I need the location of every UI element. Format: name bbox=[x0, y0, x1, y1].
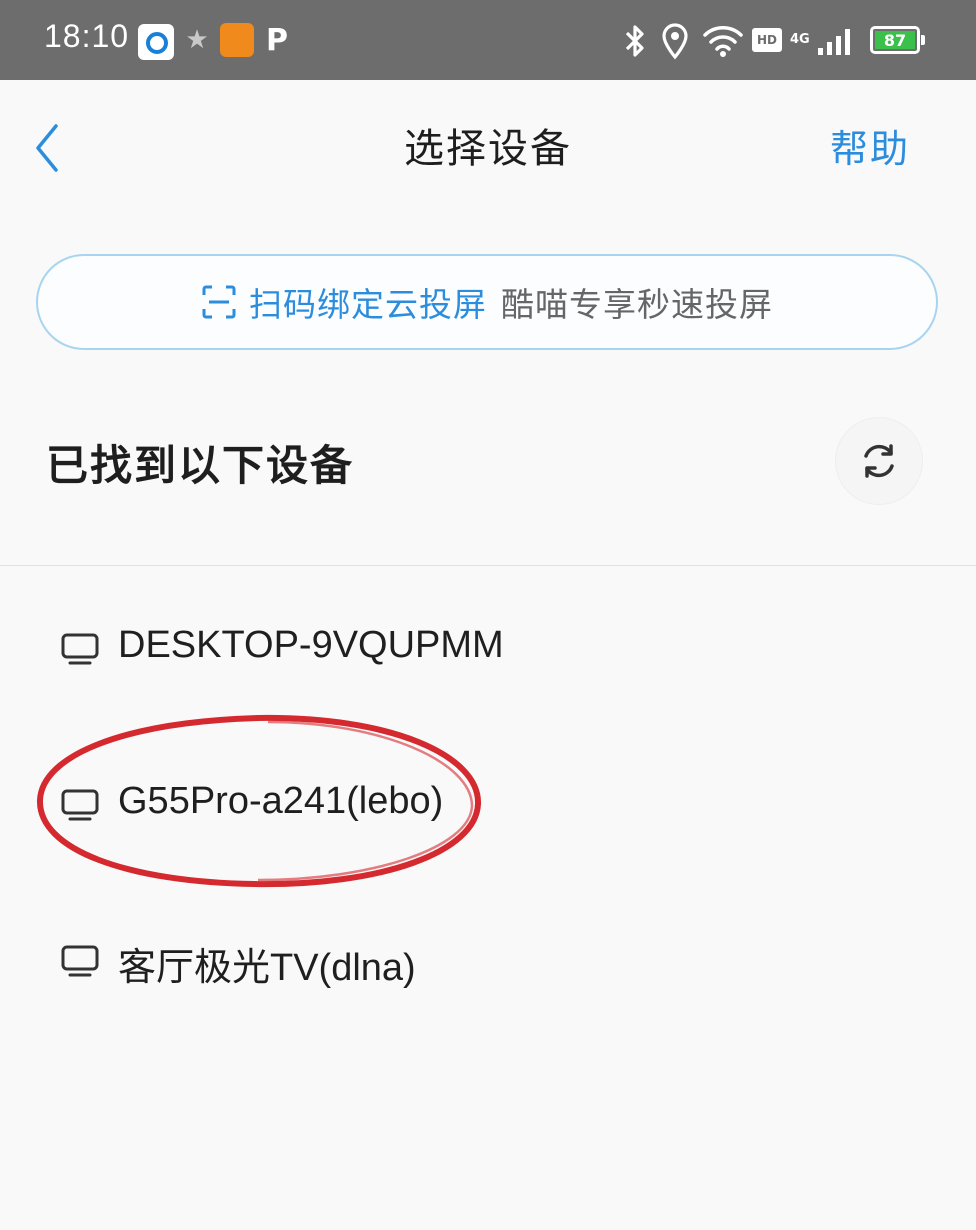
scan-bind-subtitle: 酷喵专享秒速投屏 bbox=[501, 285, 773, 324]
status-bar: 18:10 ★ P HD 4G 87 bbox=[0, 0, 976, 80]
scan-bind-label: 扫码绑定云投屏 bbox=[249, 285, 487, 324]
scan-bind-banner[interactable]: 扫码绑定云投屏 酷喵专享秒速投屏 bbox=[36, 254, 938, 350]
p-app-icon: P bbox=[266, 22, 288, 58]
shopping-app-icon bbox=[220, 23, 254, 57]
refresh-button[interactable] bbox=[836, 418, 922, 504]
help-button[interactable]: 帮助 bbox=[830, 118, 910, 173]
wifi-icon bbox=[703, 26, 743, 57]
hd-badge: HD bbox=[752, 28, 782, 52]
monitor-icon bbox=[61, 945, 99, 977]
monitor-icon bbox=[61, 789, 99, 821]
star-icon: ★ bbox=[185, 25, 209, 55]
device-item-desktop[interactable]: DESKTOP-9VQUPMM bbox=[0, 594, 976, 704]
status-time: 18:10 bbox=[44, 18, 130, 54]
device-name: 客厅极光TV(dlna) bbox=[118, 947, 416, 989]
device-name: DESKTOP-9VQUPMM bbox=[118, 624, 504, 666]
device-item-g55pro[interactable]: G55Pro-a241(lebo) bbox=[0, 750, 976, 860]
monitor-icon bbox=[61, 633, 99, 665]
battery-icon: 87 bbox=[870, 26, 925, 54]
scan-icon bbox=[202, 285, 236, 319]
location-icon bbox=[662, 23, 688, 60]
found-devices-header: 已找到以下设备 bbox=[0, 410, 976, 510]
search-app-icon bbox=[138, 24, 174, 60]
section-title: 已找到以下设备 bbox=[46, 441, 355, 490]
device-item-living-room-tv[interactable]: 客厅极光TV(dlna) bbox=[0, 906, 976, 1016]
divider bbox=[0, 565, 976, 566]
network-type: 4G bbox=[790, 32, 810, 47]
device-name: G55Pro-a241(lebo) bbox=[118, 780, 444, 822]
battery-level: 87 bbox=[875, 31, 915, 50]
refresh-icon bbox=[864, 444, 894, 478]
bluetooth-icon bbox=[625, 25, 644, 57]
signal-icon bbox=[818, 29, 850, 55]
